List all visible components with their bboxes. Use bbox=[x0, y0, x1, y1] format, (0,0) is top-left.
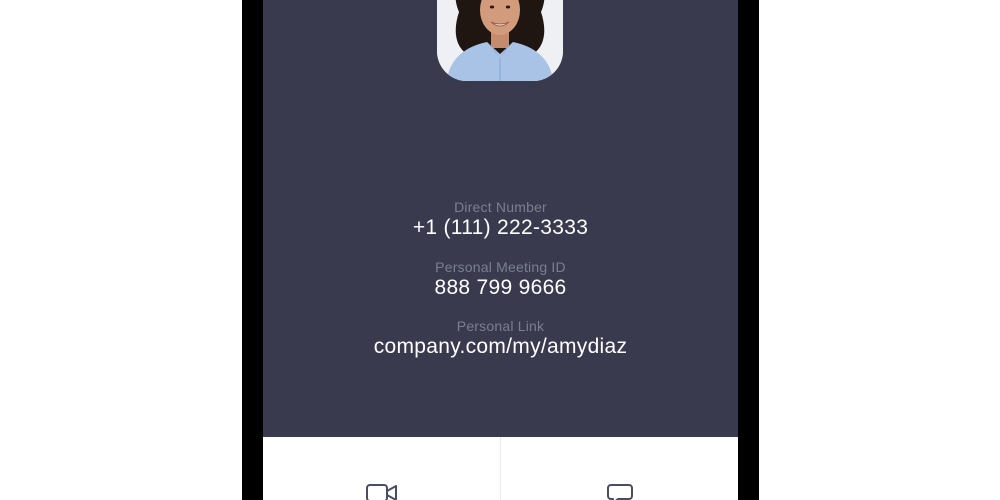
video-call-button[interactable] bbox=[263, 437, 500, 500]
personal-link-value[interactable]: company.com/my/amydiaz bbox=[263, 335, 738, 359]
meeting-id-section: Personal Meeting ID 888 799 9666 bbox=[263, 259, 738, 300]
video-camera-icon bbox=[365, 483, 398, 500]
chat-button[interactable] bbox=[500, 437, 738, 500]
personal-link-section: Personal Link company.com/my/amydiaz bbox=[263, 318, 738, 359]
meeting-id-value[interactable]: 888 799 9666 bbox=[263, 276, 738, 300]
avatar-photo bbox=[437, 0, 563, 81]
contact-profile-screen: Direct Number +1 (111) 222-3333 Personal… bbox=[263, 0, 738, 500]
direct-number-section: Direct Number +1 (111) 222-3333 bbox=[263, 199, 738, 240]
chat-bubble-icon bbox=[606, 483, 634, 500]
direct-number-label: Direct Number bbox=[454, 199, 547, 215]
meeting-id-label: Personal Meeting ID bbox=[435, 259, 566, 275]
personal-link-label: Personal Link bbox=[456, 318, 545, 334]
direct-number-value[interactable]: +1 (111) 222-3333 bbox=[263, 216, 738, 240]
avatar bbox=[437, 0, 563, 81]
action-bar bbox=[263, 437, 738, 500]
